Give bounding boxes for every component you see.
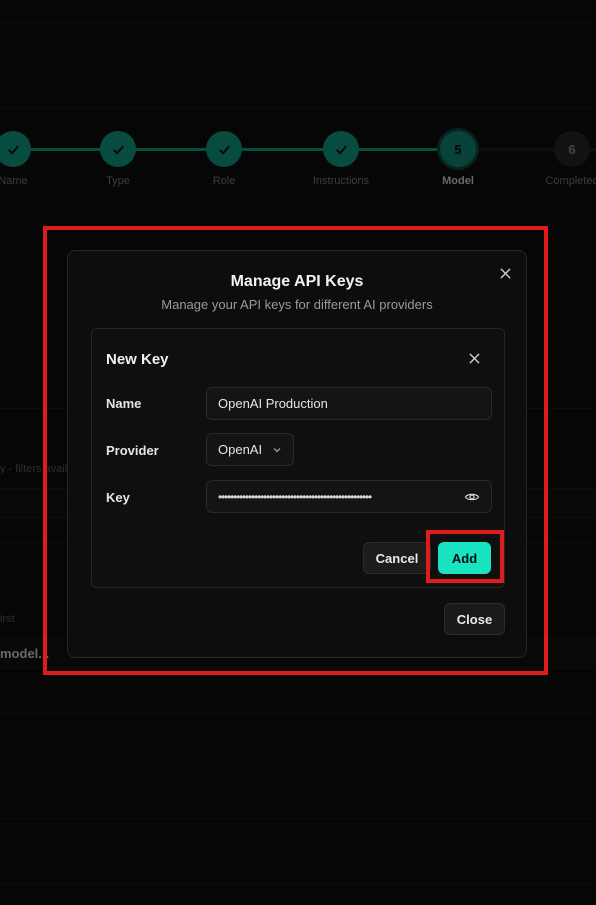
highlight-box-add — [426, 530, 504, 583]
highlight-box — [43, 226, 548, 675]
page: 5 6 Name Type Role Instructions Model Co… — [0, 0, 596, 905]
